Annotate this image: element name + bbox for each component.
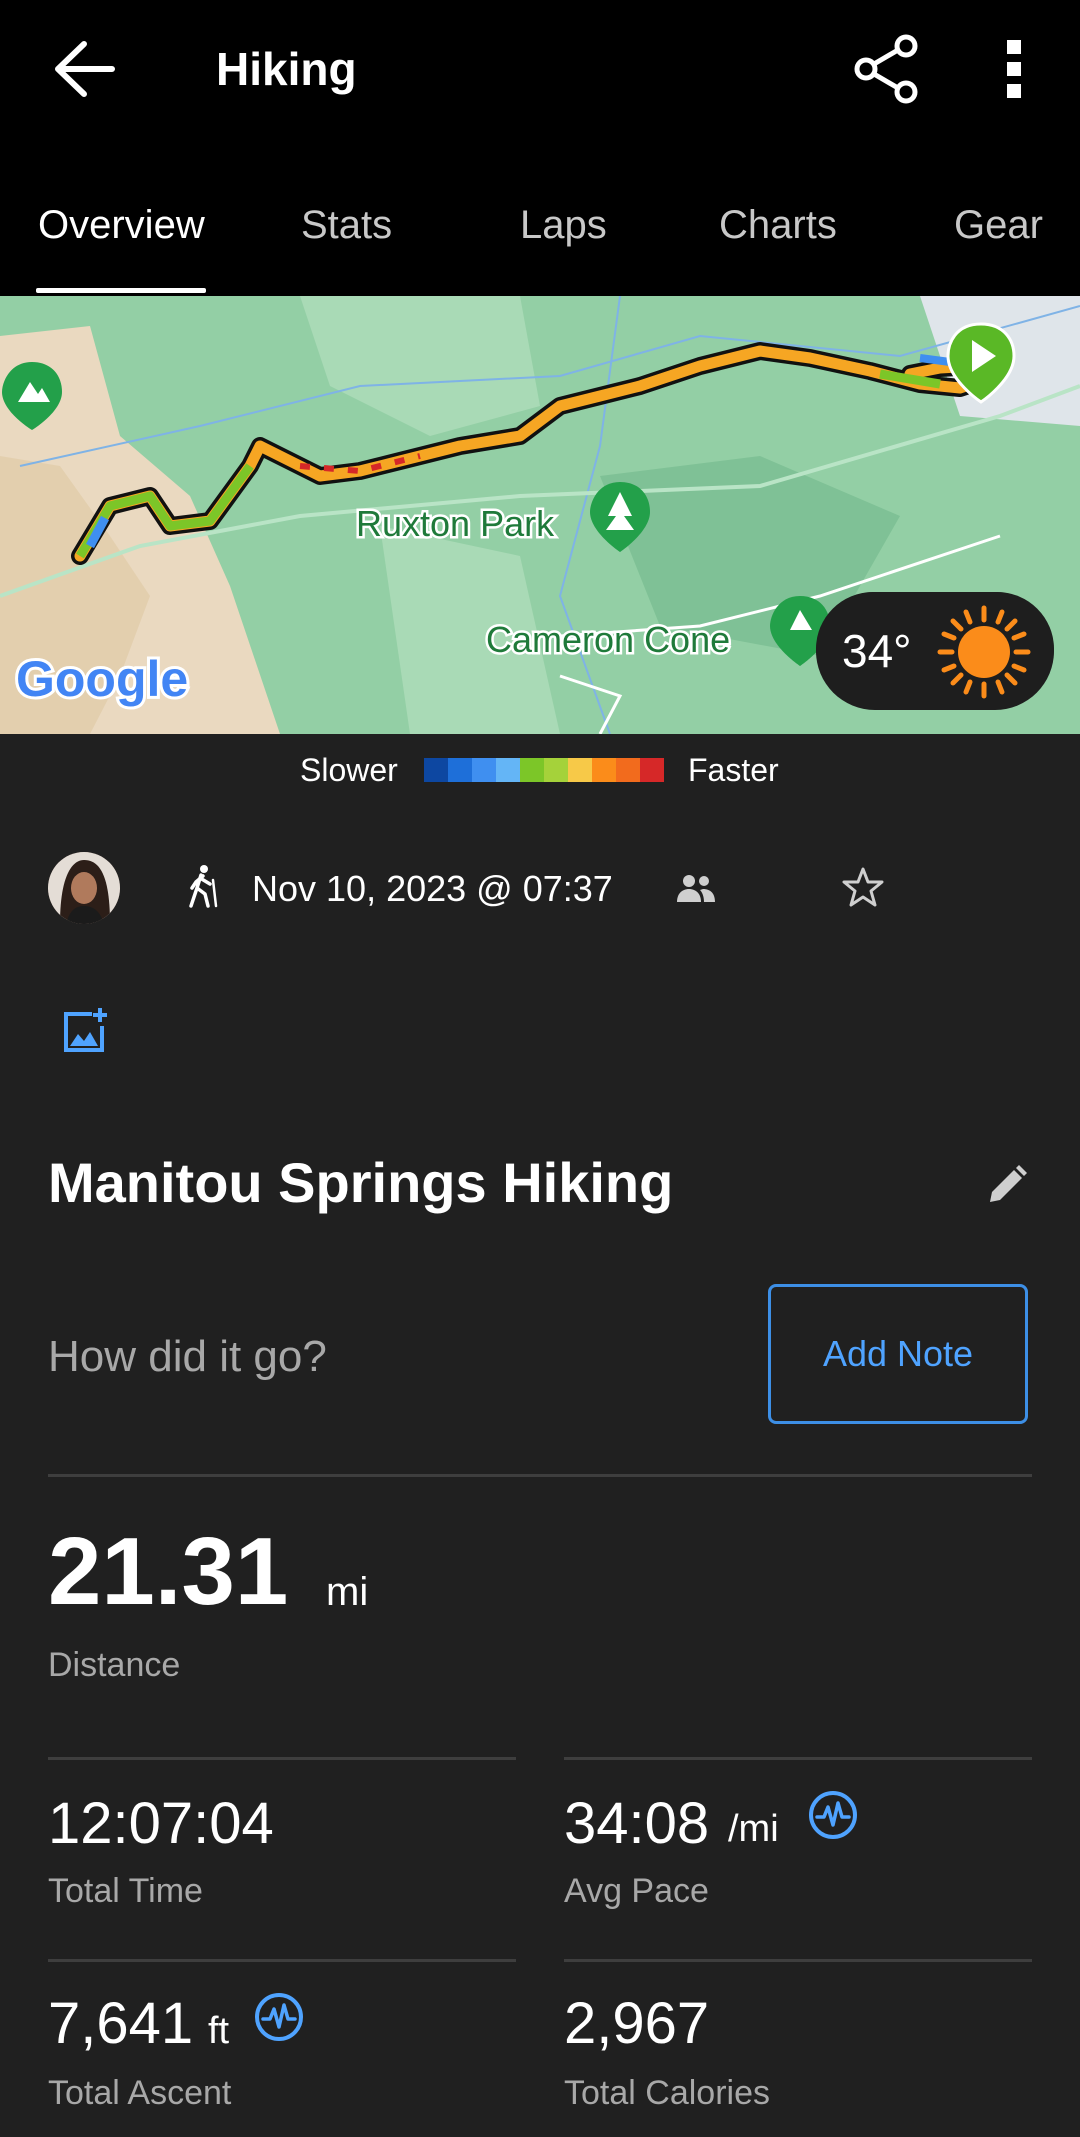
legend-faster-label: Faster: [688, 752, 779, 788]
total-ascent-value: 7,641: [48, 1991, 194, 2056]
tab-charts[interactable]: Charts: [719, 202, 837, 248]
distance-value: 21.31: [48, 1518, 289, 1625]
divider: [48, 1757, 516, 1760]
avg-pace-label: Avg Pace: [564, 1872, 709, 1910]
app-bar: Hiking: [0, 0, 1080, 150]
divider: [564, 1959, 1032, 1962]
total-calories-label: Total Calories: [564, 2074, 770, 2112]
heart-rate-icon[interactable]: [254, 1992, 304, 2042]
tab-gear[interactable]: Gear: [954, 202, 1043, 248]
note-prompt: How did it go?: [48, 1332, 327, 1381]
back-arrow-icon[interactable]: [50, 38, 120, 100]
active-tab-indicator: [36, 288, 206, 293]
tab-stats[interactable]: Stats: [301, 202, 392, 248]
avg-pace-value: 34:08: [564, 1791, 710, 1856]
share-icon[interactable]: [852, 34, 922, 104]
legend-slower-label: Slower: [300, 752, 398, 788]
total-calories-value: 2,967: [564, 1991, 710, 2056]
weather-badge: 34°: [816, 592, 1054, 710]
pace-color-scale: [424, 758, 664, 782]
activity-name: Manitou Springs Hiking: [48, 1151, 674, 1214]
add-photo-icon[interactable]: [62, 1008, 108, 1054]
temperature: 34°: [842, 625, 912, 677]
activity-datetime: Nov 10, 2023 @ 07:37: [252, 868, 613, 909]
divider: [48, 1474, 1032, 1477]
hiking-icon: [189, 865, 218, 908]
add-note-button[interactable]: Add Note: [768, 1284, 1028, 1424]
distance-label: Distance: [48, 1646, 181, 1684]
total-time-value: 12:07:04: [48, 1791, 274, 1856]
avg-pace-unit: /mi: [728, 1808, 779, 1850]
tab-laps[interactable]: Laps: [520, 202, 607, 248]
tab-bar: Overview Stats Laps Charts Gear: [0, 150, 1080, 296]
map-label-cameron-cone: Cameron Cone: [486, 619, 730, 660]
tab-overview[interactable]: Overview: [38, 202, 205, 248]
distance-unit: mi: [326, 1570, 369, 1614]
more-vert-icon[interactable]: [996, 34, 1032, 104]
divider: [564, 1757, 1032, 1760]
page-title: Hiking: [216, 43, 357, 95]
avatar[interactable]: [48, 852, 120, 924]
heart-rate-icon[interactable]: [808, 1790, 858, 1840]
sun-icon: [937, 605, 1031, 699]
total-ascent-unit: ft: [208, 2010, 230, 2052]
star-icon[interactable]: [842, 866, 884, 908]
people-icon[interactable]: [676, 872, 716, 904]
total-time-label: Total Time: [48, 1872, 203, 1910]
google-logo: Google: [16, 651, 188, 707]
divider: [48, 1959, 516, 1962]
map-label-ruxton-park: Ruxton Park: [356, 503, 555, 544]
pace-legend: Slower Faster: [0, 734, 1080, 804]
total-ascent-label: Total Ascent: [48, 2074, 232, 2112]
edit-pencil-icon[interactable]: [986, 1164, 1028, 1206]
